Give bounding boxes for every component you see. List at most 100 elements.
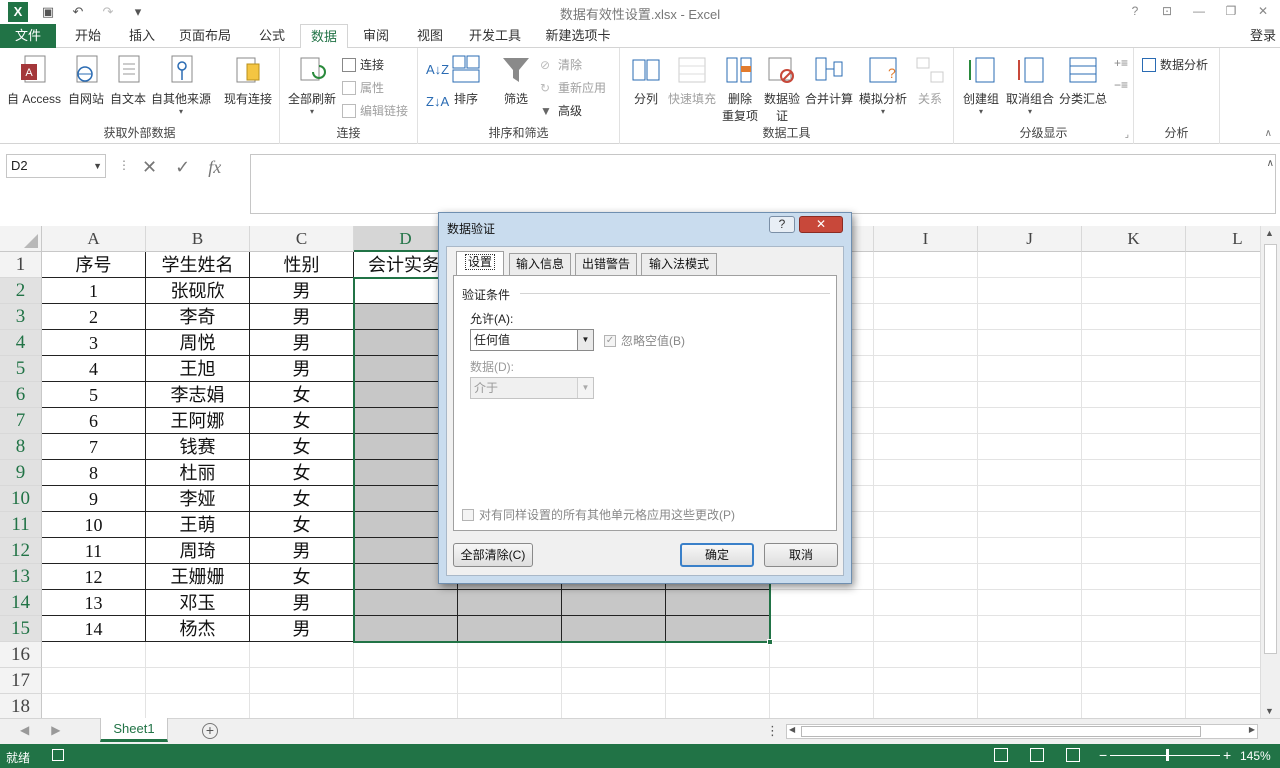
ungroup-button[interactable]: 取消组合 ▾ [1002, 54, 1058, 116]
cell-c7[interactable]: 女 [250, 408, 354, 434]
tab-review[interactable]: 审阅 [354, 24, 398, 48]
sort-asc-icon[interactable]: A↓Z [426, 62, 449, 77]
cell-j1[interactable] [978, 252, 1082, 278]
cell-j2[interactable] [978, 278, 1082, 304]
cell-e15[interactable] [458, 616, 562, 642]
cell-j16[interactable] [978, 642, 1082, 668]
cell-a1[interactable]: 序号 [42, 252, 146, 278]
cell-a14[interactable]: 13 [42, 590, 146, 616]
tab-new[interactable]: 新建选项卡 [540, 24, 616, 48]
cell-g18[interactable] [666, 694, 770, 718]
data-select[interactable]: 介于 ▼ [470, 377, 594, 399]
advanced-filter-button[interactable]: ▼ 高级 [540, 102, 582, 119]
cell-b12[interactable]: 周琦 [146, 538, 250, 564]
flash-fill-button[interactable]: 快速填充 [666, 54, 718, 107]
row-header-7[interactable]: 7 [0, 408, 42, 434]
cancel-button[interactable]: 取消 [764, 543, 838, 567]
zoom-in-icon[interactable]: + [1223, 747, 1231, 763]
from-other-sources-button[interactable]: 自其他来源 ▾ [148, 54, 214, 116]
cell-f15[interactable] [562, 616, 666, 642]
row-header-10[interactable]: 10 [0, 486, 42, 512]
enter-formula-icon[interactable]: ✓ [175, 157, 190, 178]
tab-formulas[interactable]: 公式 [250, 24, 294, 48]
cell-f17[interactable] [562, 668, 666, 694]
from-access-button[interactable]: A 自 Access [4, 54, 64, 107]
cell-j18[interactable] [978, 694, 1082, 718]
zoom-slider-thumb[interactable] [1166, 749, 1169, 761]
cell-k3[interactable] [1082, 304, 1186, 330]
cell-b17[interactable] [146, 668, 250, 694]
cell-c18[interactable] [250, 694, 354, 718]
cell-a6[interactable]: 5 [42, 382, 146, 408]
ribbon-display-icon[interactable]: ⊡ [1158, 2, 1176, 20]
horizontal-scroll-thumb[interactable] [801, 726, 1201, 737]
cell-b5[interactable]: 王旭 [146, 356, 250, 382]
cell-h14[interactable] [770, 590, 874, 616]
subtotal-button[interactable]: 分类汇总 [1058, 54, 1108, 107]
cell-a3[interactable]: 2 [42, 304, 146, 330]
remove-duplicates-button[interactable]: 删除 重复项 [718, 54, 762, 124]
row-header-16[interactable]: 16 [0, 642, 42, 668]
cell-l18[interactable] [1186, 694, 1260, 718]
cell-b13[interactable]: 王姗姗 [146, 564, 250, 590]
cell-e16[interactable] [458, 642, 562, 668]
cell-b16[interactable] [146, 642, 250, 668]
sort-desc-icon[interactable]: Z↓A [426, 94, 449, 109]
cell-g14[interactable] [666, 590, 770, 616]
cell-i5[interactable] [874, 356, 978, 382]
cell-k4[interactable] [1082, 330, 1186, 356]
name-box-dropdown-icon[interactable]: ▼ [93, 155, 102, 177]
row-header-9[interactable]: 9 [0, 460, 42, 486]
cell-h15[interactable] [770, 616, 874, 642]
cell-i1[interactable] [874, 252, 978, 278]
cell-e17[interactable] [458, 668, 562, 694]
help-icon[interactable]: ? [1126, 2, 1144, 20]
cell-e18[interactable] [458, 694, 562, 718]
cell-i11[interactable] [874, 512, 978, 538]
cell-j17[interactable] [978, 668, 1082, 694]
cell-c4[interactable]: 男 [250, 330, 354, 356]
cell-f18[interactable] [562, 694, 666, 718]
cell-h17[interactable] [770, 668, 874, 694]
cell-h16[interactable] [770, 642, 874, 668]
cell-j4[interactable] [978, 330, 1082, 356]
cell-a12[interactable]: 11 [42, 538, 146, 564]
cell-j10[interactable] [978, 486, 1082, 512]
allow-select[interactable]: 任何值 ▼ [470, 329, 594, 351]
name-box[interactable]: D2 ▼ [6, 154, 106, 178]
cell-a7[interactable]: 6 [42, 408, 146, 434]
cell-i17[interactable] [874, 668, 978, 694]
minimize-icon[interactable]: — [1190, 2, 1208, 20]
cell-c16[interactable] [250, 642, 354, 668]
text-to-columns-button[interactable]: 分列 [626, 54, 666, 107]
cell-c12[interactable]: 男 [250, 538, 354, 564]
page-layout-view-icon[interactable] [1030, 748, 1044, 762]
row-header-17[interactable]: 17 [0, 668, 42, 694]
cell-i7[interactable] [874, 408, 978, 434]
cell-c13[interactable]: 女 [250, 564, 354, 590]
cell-a5[interactable]: 4 [42, 356, 146, 382]
group-button[interactable]: 创建组 ▾ [960, 54, 1002, 116]
cell-k8[interactable] [1082, 434, 1186, 460]
cell-f14[interactable] [562, 590, 666, 616]
formula-input[interactable] [250, 154, 1276, 214]
cell-k14[interactable] [1082, 590, 1186, 616]
cell-k10[interactable] [1082, 486, 1186, 512]
cell-k7[interactable] [1082, 408, 1186, 434]
cancel-formula-icon[interactable]: ✕ [142, 157, 157, 178]
row-header-11[interactable]: 11 [0, 512, 42, 538]
cell-i6[interactable] [874, 382, 978, 408]
cell-j14[interactable] [978, 590, 1082, 616]
row-header-18[interactable]: 18 [0, 694, 42, 718]
page-break-view-icon[interactable] [1066, 748, 1080, 762]
cell-l2[interactable] [1186, 278, 1260, 304]
cell-b14[interactable]: 邓玉 [146, 590, 250, 616]
cell-f16[interactable] [562, 642, 666, 668]
row-header-2[interactable]: 2 [0, 278, 42, 304]
cell-b1[interactable]: 学生姓名 [146, 252, 250, 278]
cell-k17[interactable] [1082, 668, 1186, 694]
vertical-scroll-thumb[interactable] [1264, 244, 1277, 654]
connections-button[interactable]: 连接 [342, 56, 384, 73]
filter-button[interactable]: 筛选 [498, 54, 534, 107]
tab-home[interactable]: 开始 [66, 24, 110, 48]
